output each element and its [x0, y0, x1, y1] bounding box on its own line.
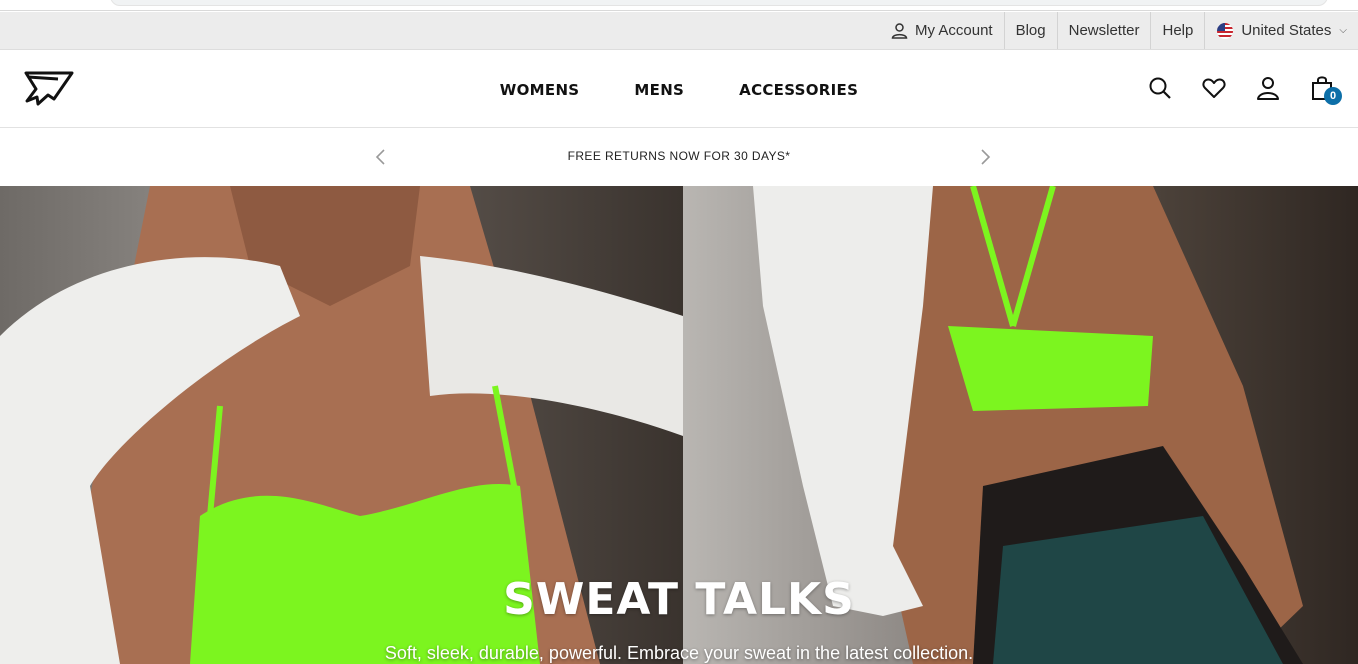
- blog-link[interactable]: Blog: [1003, 12, 1057, 49]
- nav-mens[interactable]: MENS: [634, 81, 684, 99]
- search-icon[interactable]: [1148, 75, 1172, 101]
- hero-title: SWEAT TALKS: [503, 574, 855, 625]
- browser-address-strip: [0, 0, 1358, 11]
- heart-icon[interactable]: [1202, 75, 1226, 101]
- nav-accessories[interactable]: ACCESSORIES: [739, 81, 858, 99]
- hero-banner[interactable]: SWEAT TALKS Soft, sleek, durable, powerf…: [0, 186, 1358, 664]
- region-label: United States: [1241, 22, 1332, 39]
- help-label: Help: [1162, 22, 1194, 39]
- my-account-label: My Account: [915, 22, 993, 39]
- region-selector[interactable]: United States ⌵: [1204, 12, 1358, 49]
- chevron-down-icon: ⌵: [1339, 25, 1347, 36]
- cart-count-badge: 0: [1324, 87, 1342, 105]
- newsletter-label: Newsletter: [1068, 22, 1140, 39]
- nav-womens[interactable]: WOMENS: [500, 81, 580, 99]
- promo-banner: FREE RETURNS NOW FOR 30 DAYS*: [0, 129, 1358, 186]
- my-account-link[interactable]: My Account: [880, 12, 1004, 49]
- blog-label: Blog: [1015, 22, 1046, 39]
- main-header: WOMENS MENS ACCESSORIES 0: [0, 51, 1358, 128]
- help-link[interactable]: Help: [1150, 12, 1204, 49]
- us-flag-icon: [1216, 22, 1234, 40]
- hero-subtitle: Soft, sleek, durable, powerful. Embrace …: [384, 643, 974, 663]
- user-outline-icon: [891, 22, 908, 39]
- promo-next-arrow-icon[interactable]: [979, 147, 993, 167]
- user-icon[interactable]: [1256, 75, 1280, 101]
- newsletter-link[interactable]: Newsletter: [1056, 12, 1151, 49]
- header-icons: 0: [1148, 75, 1342, 105]
- utility-bar: My Account Blog Newsletter Help United S…: [0, 12, 1358, 50]
- address-bar[interactable]: [110, 0, 1328, 6]
- bag-icon[interactable]: 0: [1310, 75, 1342, 105]
- promo-text[interactable]: FREE RETURNS NOW FOR 30 DAYS*: [0, 149, 1358, 163]
